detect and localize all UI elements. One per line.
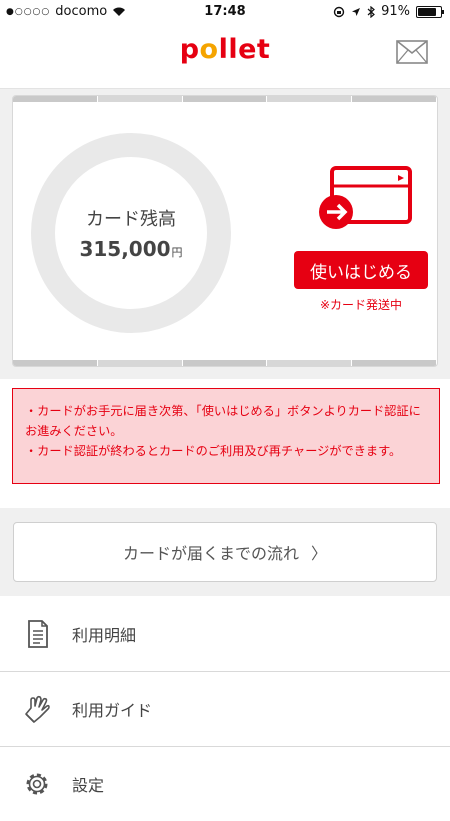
segment-bar-top <box>13 96 437 102</box>
menu-label-settings: 設定 <box>72 776 105 795</box>
card-arrow-icon <box>319 166 412 229</box>
balance-display: カード残高 315,000円 <box>31 133 231 333</box>
balance-amount-row: 315,000円 <box>79 237 182 261</box>
document-icon <box>28 620 48 648</box>
balance-amount: 315,000 <box>79 237 171 261</box>
mail-icon[interactable] <box>396 40 428 64</box>
shipping-status-note: ※カード発送中 <box>319 298 403 312</box>
gear-icon <box>26 773 48 795</box>
menu-label-guide: 利用ガイド <box>72 701 153 720</box>
main-menu: 利用明細 利用ガイド 設定 <box>0 597 450 821</box>
battery-percent: 91% <box>381 4 410 19</box>
glove-icon <box>25 695 50 723</box>
card-delivery-flow-button[interactable]: カードが届くまでの流れ 〉 <box>13 522 437 582</box>
menu-item-settings[interactable]: 設定 <box>0 746 450 821</box>
card-notice: ・カードがお手元に届き次第、「使いはじめる」ボタンよりカード認証にお進みください… <box>12 388 440 484</box>
flow-button-label: カードが届くまでの流れ <box>122 544 299 563</box>
balance-panel: カード残高 315,000円 使いはじめる ※カード発送中 <box>12 95 438 367</box>
pollet-logo: pollet <box>179 34 271 65</box>
balance-unit: 円 <box>171 246 183 259</box>
flow-link-area: カードが届くまでの流れ 〉 <box>0 508 450 596</box>
status-right: 91% <box>333 4 444 19</box>
notice-line-2: ・カード認証が終わるとカードのご利用及び再チャージができます。 <box>25 444 402 458</box>
menu-item-statement[interactable]: 利用明細 <box>0 597 450 671</box>
app-header: pollet <box>0 24 450 89</box>
chevron-right-icon: 〉 <box>311 544 328 563</box>
menu-label-statement: 利用明細 <box>72 626 137 645</box>
status-bar: ●○○○○ docomo 17:48 91% <box>0 0 450 24</box>
notice-line-1: ・カードがお手元に届き次第、「使いはじめる」ボタンよりカード認証にお進みください… <box>25 404 421 438</box>
location-icon <box>352 7 361 16</box>
battery-fill <box>418 7 437 16</box>
menu-item-guide[interactable]: 利用ガイド <box>0 671 450 746</box>
segment-bar-bottom <box>13 360 437 366</box>
battery-icon <box>416 5 444 18</box>
bluetooth-icon <box>367 5 376 18</box>
balance-panel-area: カード残高 315,000円 使いはじめる ※カード発送中 <box>0 89 450 379</box>
balance-label: カード残高 <box>86 209 176 230</box>
start-using-button[interactable]: 使いはじめる <box>294 251 428 289</box>
rotation-lock-icon <box>333 6 345 17</box>
